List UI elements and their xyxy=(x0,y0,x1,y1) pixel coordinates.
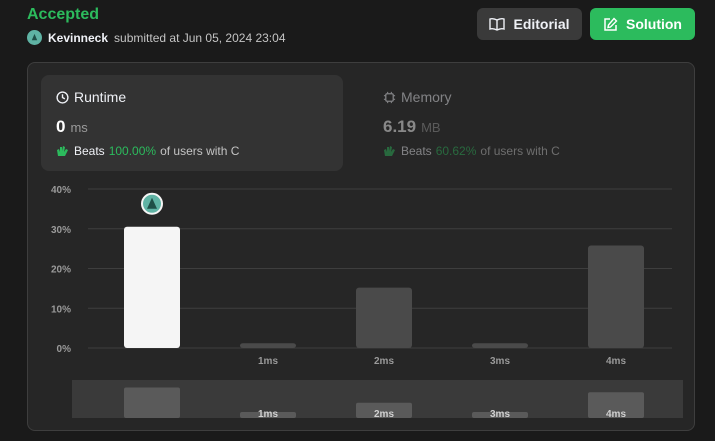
chart-bars: 1ms 2ms 3ms 4ms xyxy=(124,192,644,367)
x-tick-label: 4ms xyxy=(606,356,626,367)
submitter-name[interactable]: Kevinneck xyxy=(48,31,108,45)
chart-bar[interactable] xyxy=(124,226,180,348)
edit-icon xyxy=(604,16,618,31)
chart-bar[interactable] xyxy=(356,287,412,348)
chart-range-selector[interactable]: 1ms 2ms 3ms 4ms xyxy=(72,380,683,420)
y-tick-label: 0% xyxy=(57,344,72,355)
range-selector-label: 1ms xyxy=(258,409,278,420)
chart-bar[interactable] xyxy=(240,343,296,348)
avatar-icon xyxy=(31,33,38,41)
editorial-label: Editorial xyxy=(513,16,570,32)
y-tick-label: 40% xyxy=(51,185,71,196)
runtime-distribution-chart[interactable]: 0% 10% 20% 30% 40% 1ms 2ms 3ms 4ms 1ms 2ms 3ms 4ms xyxy=(28,63,696,432)
chart-bar[interactable] xyxy=(472,343,528,348)
range-selector-bar xyxy=(124,387,180,418)
x-tick-label: 3ms xyxy=(490,356,510,367)
editorial-button[interactable]: Editorial xyxy=(477,8,582,40)
solution-button[interactable]: Solution xyxy=(590,8,695,40)
y-tick-label: 10% xyxy=(51,304,71,315)
y-tick-label: 20% xyxy=(51,265,71,276)
user-avatar[interactable] xyxy=(27,30,42,45)
submission-status: Accepted xyxy=(27,6,100,23)
submission-marker-avatar xyxy=(141,192,163,215)
range-selector-label: 3ms xyxy=(490,409,510,420)
x-tick-label: 1ms xyxy=(258,356,278,367)
submission-info: Kevinneck submitted at Jun 05, 2024 23:0… xyxy=(27,30,286,45)
range-selector-label: 4ms xyxy=(606,409,626,420)
y-tick-label: 30% xyxy=(51,225,71,236)
range-selector-label: 2ms xyxy=(374,409,394,420)
result-panel: Runtime 0 ms Beats 100.00% of users with… xyxy=(27,62,695,431)
chart-bar[interactable] xyxy=(588,245,644,348)
x-tick-label: 2ms xyxy=(374,356,394,367)
book-open-icon xyxy=(489,17,506,31)
submitted-at: submitted at Jun 05, 2024 23:04 xyxy=(114,30,286,45)
solution-label: Solution xyxy=(626,16,682,32)
